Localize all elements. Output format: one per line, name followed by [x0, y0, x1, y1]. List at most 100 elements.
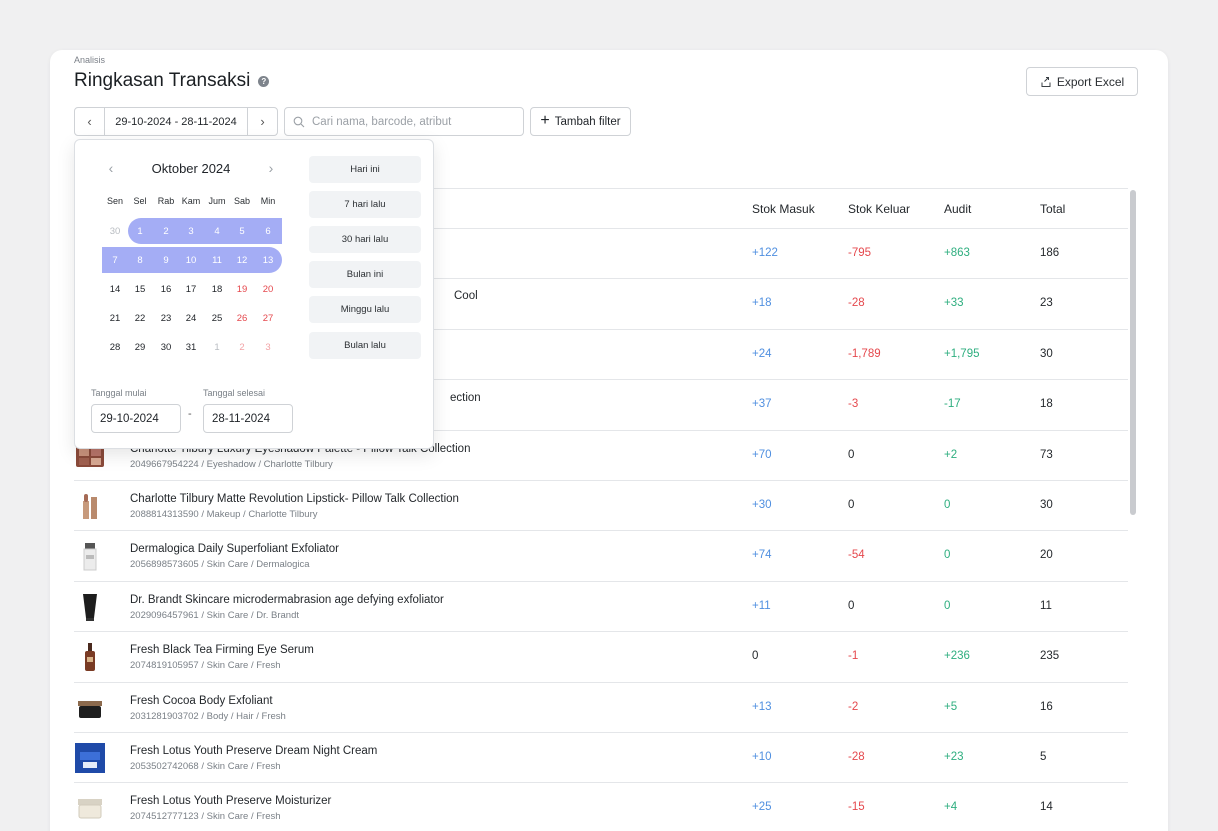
- table-scrollbar[interactable]: [1130, 190, 1136, 515]
- prev-range-button[interactable]: ‹: [75, 108, 105, 135]
- calendar-day[interactable]: 30: [103, 219, 127, 243]
- product-name[interactable]: ection: [450, 392, 481, 404]
- weekday-label: Sen: [106, 196, 123, 206]
- table-row[interactable]: Fresh Lotus Youth Preserve Dream Night C…: [74, 733, 1128, 784]
- stok-keluar-value: -795: [848, 247, 872, 259]
- start-date-input[interactable]: 29-10-2024: [91, 404, 181, 433]
- column-stok-masuk[interactable]: Stok Masuk: [752, 202, 815, 216]
- calendar-day[interactable]: 25: [205, 306, 229, 330]
- calendar-day[interactable]: 11: [205, 248, 229, 272]
- stok-masuk-value: 0: [752, 650, 759, 663]
- stok-masuk-value: +13: [752, 700, 772, 713]
- column-total[interactable]: Total: [1040, 202, 1065, 216]
- product-meta: 2031281903702 / Body / Hair / Fresh: [130, 710, 286, 722]
- total-value: 14: [1040, 801, 1053, 814]
- calendar-day[interactable]: 14: [103, 277, 127, 301]
- calendar-day[interactable]: 5: [230, 219, 254, 243]
- audit-value: +33: [944, 297, 964, 310]
- preset-button[interactable]: Hari ini: [309, 156, 421, 183]
- calendar-day[interactable]: 31: [179, 335, 203, 359]
- total-value: 23: [1040, 297, 1053, 310]
- calendar-header: ‹ Oktober 2024 ›: [103, 160, 279, 176]
- calendar-day[interactable]: 13: [256, 248, 280, 272]
- product-name[interactable]: Dermalogica Daily Superfoliant Exfoliato…: [130, 543, 339, 555]
- audit-value: +4: [944, 801, 958, 814]
- preset-button[interactable]: Bulan ini: [309, 261, 421, 288]
- calendar-day[interactable]: 1: [205, 335, 229, 359]
- calendar-day[interactable]: 27: [256, 306, 280, 330]
- next-month-icon[interactable]: ›: [263, 160, 279, 176]
- export-excel-button[interactable]: Export Excel: [1026, 67, 1138, 96]
- product-name[interactable]: Dr. Brandt Skincare microdermabrasion ag…: [130, 594, 444, 606]
- product-name[interactable]: Fresh Cocoa Body Exfoliant: [130, 695, 273, 707]
- calendar-day[interactable]: 28: [103, 335, 127, 359]
- calendar-day[interactable]: 23: [154, 306, 178, 330]
- table-row[interactable]: Charlotte Tilbury Matte Revolution Lipst…: [74, 481, 1128, 532]
- product-name[interactable]: Fresh Lotus Youth Preserve Moisturizer: [130, 795, 331, 807]
- preset-button[interactable]: 30 hari lalu: [309, 226, 421, 253]
- table-row[interactable]: Fresh Black Tea Firming Eye Serum 207481…: [74, 632, 1128, 683]
- stok-keluar-value: -2: [848, 700, 859, 713]
- calendar-day[interactable]: 3: [179, 219, 203, 243]
- calendar-day[interactable]: 10: [179, 248, 203, 272]
- calendar-day[interactable]: 26: [230, 306, 254, 330]
- add-filter-button[interactable]: + Tambah filter: [530, 107, 631, 136]
- preset-button[interactable]: Minggu lalu: [309, 296, 421, 323]
- calendar-day[interactable]: 3: [256, 335, 280, 359]
- date-range-control: ‹ 29-10-2024 - 28-11-2024 ›: [74, 107, 278, 136]
- product-meta: 2074819105957 / Skin Care / Fresh: [130, 660, 281, 672]
- product-name[interactable]: Cool: [454, 290, 478, 302]
- calendar-day[interactable]: 12: [230, 248, 254, 272]
- chevron-left-icon: ‹: [87, 114, 92, 129]
- next-range-button[interactable]: ›: [247, 108, 277, 135]
- search-input[interactable]: [312, 115, 512, 128]
- weekday-label: Rab: [157, 196, 175, 206]
- search-icon: [293, 116, 305, 127]
- column-audit[interactable]: Audit: [944, 202, 971, 216]
- export-icon: [1041, 76, 1051, 87]
- calendar-day[interactable]: 15: [128, 277, 152, 301]
- table-row[interactable]: Fresh Cocoa Body Exfoliant 2031281903702…: [74, 683, 1128, 733]
- calendar-day[interactable]: 24: [179, 306, 203, 330]
- calendar-day[interactable]: 1: [128, 219, 152, 243]
- calendar-day[interactable]: 18: [205, 277, 229, 301]
- help-icon[interactable]: ?: [258, 76, 270, 87]
- calendar-day[interactable]: 8: [128, 248, 152, 272]
- calendar-day[interactable]: 19: [230, 277, 254, 301]
- calendar-day[interactable]: 22: [128, 306, 152, 330]
- preset-button[interactable]: 7 hari lalu: [309, 191, 421, 218]
- date-separator: -: [188, 408, 192, 420]
- end-date-input[interactable]: 28-11-2024: [203, 404, 293, 433]
- calendar-day[interactable]: 9: [154, 248, 178, 272]
- calendar-day[interactable]: 7: [103, 248, 127, 272]
- calendar-day[interactable]: 17: [179, 277, 203, 301]
- weekday-label: Sab: [233, 196, 250, 206]
- calendar-day[interactable]: 30: [154, 335, 178, 359]
- calendar-day[interactable]: 16: [154, 277, 178, 301]
- calendar-day[interactable]: 20: [256, 277, 280, 301]
- calendar-day[interactable]: 29: [128, 335, 152, 359]
- stok-masuk-value: +18: [752, 297, 772, 310]
- stok-masuk-value: +24: [752, 347, 772, 360]
- weekday-label: Jum: [208, 196, 226, 206]
- calendar-day[interactable]: 21: [103, 306, 127, 330]
- column-stok-keluar[interactable]: Stok Keluar: [848, 202, 910, 216]
- table-row[interactable]: Fresh Lotus Youth Preserve Moisturizer 2…: [74, 783, 1128, 831]
- product-name[interactable]: Fresh Black Tea Firming Eye Serum: [130, 644, 314, 656]
- calendar-day[interactable]: 2: [230, 335, 254, 359]
- calendar-day[interactable]: 4: [205, 219, 229, 243]
- preset-button[interactable]: Bulan lalu: [309, 332, 421, 359]
- date-range-display[interactable]: 29-10-2024 - 28-11-2024: [105, 108, 247, 135]
- audit-value: 0: [944, 498, 951, 511]
- calendar-day[interactable]: 2: [154, 219, 178, 243]
- table-row[interactable]: Dr. Brandt Skincare microdermabrasion ag…: [74, 582, 1128, 633]
- table-row[interactable]: Dermalogica Daily Superfoliant Exfoliato…: [74, 531, 1128, 582]
- product-name[interactable]: Fresh Lotus Youth Preserve Dream Night C…: [130, 745, 377, 757]
- product-thumbnail: [74, 540, 106, 572]
- calendar-day[interactable]: 6: [256, 219, 280, 243]
- product-name[interactable]: Charlotte Tilbury Matte Revolution Lipst…: [130, 493, 459, 505]
- search-box: [284, 107, 524, 136]
- prev-month-icon[interactable]: ‹: [103, 160, 119, 176]
- audit-value: +863: [944, 247, 970, 259]
- product-meta: 2074512777123 / Skin Care / Fresh: [130, 811, 281, 823]
